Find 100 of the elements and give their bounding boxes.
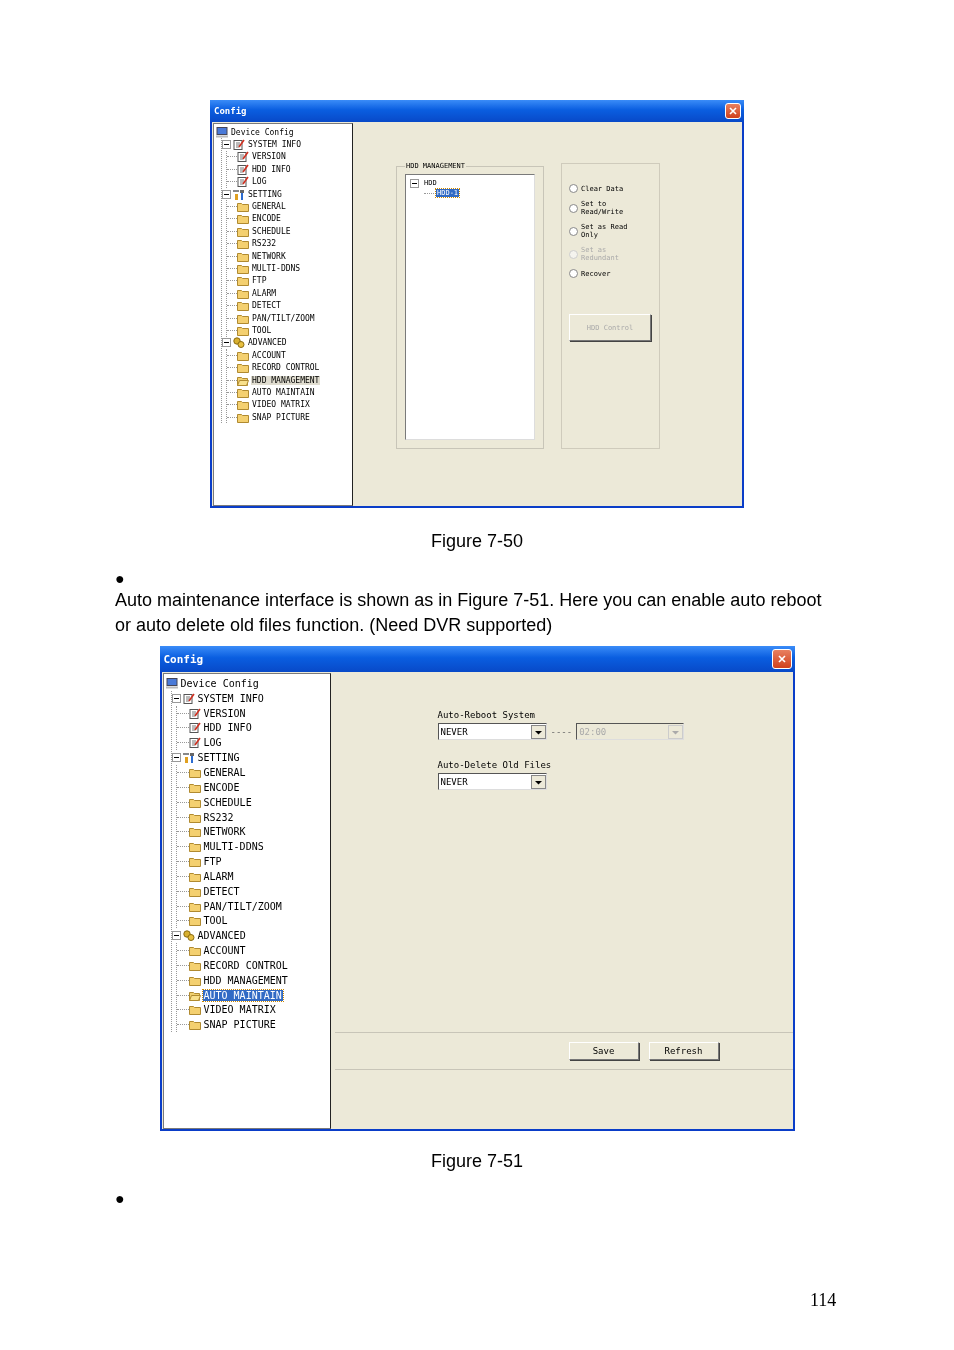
dialog-button[interactable]: Refresh [648, 1042, 719, 1060]
notepad-pencil-icon [188, 737, 201, 749]
folder-icon [237, 411, 249, 423]
tree-item[interactable]: SNAP PICTURE [251, 412, 311, 422]
radio-button[interactable] [569, 203, 578, 213]
separator-text: ---- [550, 726, 573, 737]
tree-item[interactable]: GENERAL [251, 202, 287, 212]
tree-item[interactable]: HDD INFO [202, 722, 253, 734]
tree-item[interactable]: AUTO MAINTAIN [251, 387, 316, 397]
caret-icon[interactable] [530, 724, 546, 739]
tree-item[interactable]: NETWORK [202, 826, 247, 838]
tree-item[interactable]: RECORD CONTROL [251, 363, 321, 373]
tree-item[interactable]: TOOL [251, 325, 273, 335]
collapse-icon[interactable] [171, 693, 181, 703]
notepad-pencil-icon [237, 176, 249, 188]
tree-item[interactable]: ADVANCED [247, 338, 288, 348]
tree-item[interactable]: SCHEDULE [202, 796, 253, 808]
tree-item[interactable]: RECORD CONTROL [202, 959, 289, 971]
tree-item[interactable]: TOOL [202, 915, 229, 927]
tree-item[interactable]: PAN/TILT/ZOOM [202, 900, 283, 912]
folder-icon [237, 300, 249, 312]
tree-item[interactable]: DETECT [251, 301, 282, 311]
field-label: Auto-Reboot System [437, 710, 537, 720]
open-folder-icon [237, 374, 249, 386]
folder-icon [188, 856, 201, 868]
dropdown[interactable]: NEVER [437, 723, 547, 740]
folder-icon [237, 399, 249, 411]
tree-item[interactable]: NETWORK [251, 251, 287, 261]
tree-item[interactable]: SCHEDULE [251, 226, 292, 236]
tree-item[interactable]: HDD MANAGEMENT [202, 974, 289, 986]
tree-item[interactable]: ENCODE [202, 781, 241, 793]
folder-icon [237, 238, 249, 250]
tree-item[interactable]: VIDEO MATRIX [202, 1004, 277, 1016]
radio-button[interactable] [569, 226, 578, 236]
tree-item[interactable]: RS232 [202, 811, 235, 823]
folder-icon [188, 945, 201, 957]
collapse-icon[interactable] [222, 189, 231, 199]
tree-item[interactable]: AUTO MAINTAIN [202, 989, 283, 1001]
window-title: Config [163, 652, 204, 666]
tree-item[interactable]: MULTI-DDNS [202, 841, 265, 853]
collapse-icon[interactable] [222, 140, 231, 150]
folder-icon [237, 201, 249, 213]
tree-item[interactable]: Device Config [179, 677, 260, 689]
tree-item[interactable]: VIDEO MATRIX [251, 400, 311, 410]
close-button[interactable] [725, 103, 741, 119]
window-title: Config [214, 106, 247, 116]
folder-icon [188, 841, 201, 853]
folder-icon [237, 213, 249, 225]
computer-icon [165, 677, 178, 689]
tree-item[interactable]: HDD INFO [251, 164, 292, 174]
tree-item[interactable]: GENERAL [202, 767, 247, 778]
folder-icon [237, 287, 249, 299]
tree-item[interactable]: ENCODE [251, 214, 282, 224]
notepad-pencil-icon [237, 151, 249, 163]
tree-item[interactable]: LOG [251, 177, 268, 187]
notepad-pencil-icon [188, 707, 201, 719]
folder-icon [237, 362, 249, 374]
folder-icon [188, 870, 201, 882]
folder-icon [188, 1019, 201, 1031]
gears-icon [233, 337, 245, 349]
collapse-icon[interactable] [410, 178, 419, 188]
close-button[interactable] [771, 649, 792, 669]
folder-icon [188, 826, 201, 838]
tree-item[interactable]: HDD MANAGEMENT [251, 375, 321, 385]
tree-item[interactable]: LOG [202, 737, 223, 749]
tree-item[interactable]: SETTING [196, 752, 241, 764]
folder-icon [188, 885, 201, 897]
tree-item[interactable]: SYSTEM INFO [247, 140, 302, 150]
caret-icon[interactable] [530, 774, 546, 789]
tree-item[interactable]: MULTI-DDNS [251, 264, 302, 273]
tree-item[interactable]: FTP [202, 856, 223, 868]
tree-item[interactable]: VERSION [202, 707, 247, 719]
tree-item[interactable]: FTP [251, 276, 268, 286]
tree-item[interactable]: PAN/TILT/ZOOM [251, 313, 316, 323]
folder-icon [188, 781, 201, 793]
tree-item[interactable]: ACCOUNT [202, 945, 247, 957]
tree-item[interactable]: SNAP PICTURE [202, 1019, 277, 1031]
radio-button[interactable] [569, 269, 578, 278]
tree-item[interactable]: ALARM [251, 288, 278, 298]
folder-icon [237, 225, 249, 237]
open-folder-icon [188, 989, 201, 1001]
dropdown[interactable]: NEVER [437, 773, 547, 790]
tree-item[interactable]: SETTING [247, 189, 283, 199]
collapse-icon[interactable] [171, 753, 181, 763]
bullet: ● [115, 570, 125, 588]
tree-item[interactable]: SYSTEM INFO [196, 692, 265, 704]
dialog-button[interactable]: Save [568, 1042, 639, 1060]
folder-icon [237, 250, 249, 262]
radio-button[interactable] [569, 184, 578, 193]
gears-icon [182, 930, 195, 942]
collapse-icon[interactable] [171, 931, 181, 941]
collapse-icon[interactable] [222, 338, 231, 348]
tree-item[interactable]: ACCOUNT [251, 350, 287, 360]
tools-icon [233, 188, 245, 200]
tree-item[interactable]: RS232 [251, 239, 278, 249]
tree-item[interactable]: VERSION [251, 152, 287, 162]
tree-item[interactable]: ADVANCED [196, 930, 247, 942]
tree-item[interactable]: DETECT [202, 885, 241, 897]
tree-item[interactable]: ALARM [202, 870, 235, 882]
tree-item[interactable]: Device Config [230, 127, 295, 137]
